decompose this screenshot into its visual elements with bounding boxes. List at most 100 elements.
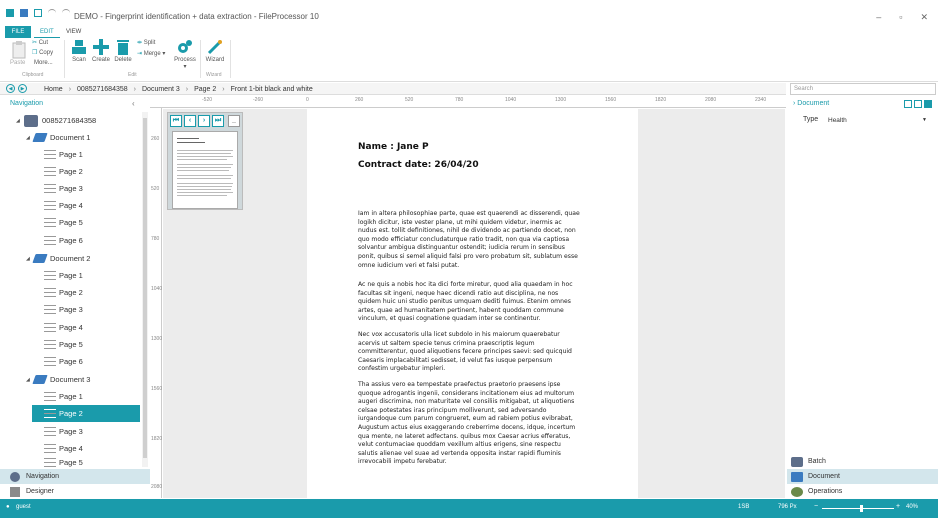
split-button[interactable]: ⇹ Split <box>137 39 155 46</box>
merge-button[interactable]: ⇥ Merge ▾ <box>137 50 165 57</box>
undo-icon[interactable] <box>48 9 56 17</box>
breadcrumb-item-document[interactable]: Document 3 <box>142 86 180 93</box>
type-select[interactable]: Health ▼ <box>825 115 930 126</box>
tree-page-label: Page 4 <box>59 444 83 453</box>
paste-label: Paste <box>10 60 26 66</box>
tree-page[interactable]: Page 5 <box>44 336 83 353</box>
zoom-out-button[interactable]: − <box>814 503 818 510</box>
tab-file[interactable]: FILE <box>5 26 31 38</box>
more-button[interactable]: More... <box>34 60 53 66</box>
tree-page[interactable]: Page 4 <box>44 197 83 214</box>
designer-icon <box>10 486 20 497</box>
restore-button[interactable]: ▫ <box>899 12 902 23</box>
tree-document-label: Document 3 <box>50 375 91 384</box>
copy-button[interactable]: ❐ Copy <box>32 49 53 56</box>
minimize-button[interactable]: – <box>876 12 881 23</box>
copy-icon: ❐ <box>32 50 38 56</box>
wizard-label: Wizard <box>205 57 225 63</box>
tree-document-2[interactable]: ◢ Document 2 <box>26 250 90 267</box>
tree-page[interactable]: Page 3 <box>44 180 83 197</box>
tree-page[interactable]: Page 5 <box>44 214 83 231</box>
batch-icon[interactable] <box>34 9 42 17</box>
close-button[interactable]: ✕ <box>920 12 928 23</box>
breadcrumb-item-image[interactable]: Front 1-bit black and white <box>231 86 313 93</box>
breadcrumb-separator: › <box>185 85 189 93</box>
edit-group-label: Edit <box>128 72 137 78</box>
expand-arrow-icon[interactable]: ◢ <box>16 118 24 124</box>
designer-tab[interactable]: Designer <box>0 484 150 499</box>
redo-icon[interactable] <box>62 9 70 17</box>
trash-icon <box>117 40 129 55</box>
tree-page[interactable]: Page 3 <box>44 301 83 318</box>
scrollbar-thumb[interactable] <box>143 118 147 458</box>
breadcrumb-item-batch[interactable]: 0085271684358 <box>77 86 128 93</box>
tile-view-icon[interactable] <box>914 100 922 108</box>
thumbnail-navigator: ⏮ ‹ › ⏭ _ <box>167 112 243 210</box>
wizard-button[interactable]: Wizard <box>204 39 226 63</box>
tree-page[interactable]: Page 5 <box>44 457 83 467</box>
previous-page-button[interactable]: ‹ <box>184 115 196 127</box>
forward-button[interactable]: ▶ <box>18 84 27 93</box>
tree-page[interactable]: Page 1 <box>44 146 83 163</box>
tree-page[interactable]: Page 2 <box>44 284 83 301</box>
scanner-icon <box>72 40 86 54</box>
delete-button[interactable]: Delete <box>113 39 133 63</box>
delete-label: Delete <box>114 57 132 63</box>
ruler-label: 1040 <box>151 286 163 292</box>
cut-button[interactable]: ✂ Cut <box>32 39 48 46</box>
back-button[interactable]: ◀ <box>6 84 15 93</box>
document-page[interactable]: Name : Jane P Contract date: 26/04/20 Ia… <box>307 109 638 498</box>
document-tab[interactable]: Document <box>787 469 938 484</box>
tree-page[interactable]: Page 2 <box>44 163 83 180</box>
grid-view-icon[interactable] <box>904 100 912 108</box>
tree-page[interactable]: Page 6 <box>44 232 83 249</box>
document-icon <box>32 254 48 263</box>
ruler-label: -520 <box>202 97 213 103</box>
scan-button[interactable]: Scan <box>68 39 90 63</box>
tree-page[interactable]: Page 3 <box>44 423 83 440</box>
tree-page[interactable]: Page 1 <box>44 267 83 284</box>
zoom-in-button[interactable]: + <box>896 503 900 510</box>
next-page-button[interactable]: › <box>198 115 210 127</box>
tree-page[interactable]: Page 4 <box>44 440 83 457</box>
operations-tab[interactable]: Operations <box>787 484 938 499</box>
ruler-label: 2080 <box>151 484 163 490</box>
minimize-navigator-button[interactable]: _ <box>228 115 240 127</box>
last-page-button[interactable]: ⏭ <box>212 115 224 127</box>
tree-document-3[interactable]: ◢ Document 3 <box>26 371 90 388</box>
tab-view[interactable]: VIEW <box>60 26 87 38</box>
tree-page-selected[interactable]: Page 2 <box>32 405 140 422</box>
process-button[interactable]: Process ▾ <box>173 39 197 70</box>
page-icon <box>44 288 56 297</box>
paste-button[interactable]: Paste <box>10 41 28 66</box>
create-button[interactable]: Create <box>91 39 111 63</box>
zoom-slider[interactable] <box>822 505 894 512</box>
tree-page[interactable]: Page 4 <box>44 319 83 336</box>
arrow-left-icon: ◀ <box>8 85 13 92</box>
save-icon[interactable] <box>20 9 28 17</box>
navigation-scrollbar[interactable] <box>142 112 148 467</box>
zoom-slider-thumb[interactable] <box>860 505 863 512</box>
collapse-panel-icon[interactable]: ‹ <box>132 99 135 108</box>
tree-page[interactable]: Page 6 <box>44 353 83 370</box>
tree-batch[interactable]: ◢ 0085271684358 <box>16 112 96 129</box>
tree-page-label: Page 4 <box>59 323 83 332</box>
clipboard-icon <box>12 41 26 59</box>
navigation-tab[interactable]: Navigation <box>0 469 150 484</box>
tree-document-1[interactable]: ◢ Document 1 <box>26 129 90 146</box>
contract-date-field: Contract date: 26/04/20 <box>358 160 479 170</box>
breadcrumb-item-page[interactable]: Page 2 <box>194 86 216 93</box>
batch-tab[interactable]: Batch <box>787 454 938 469</box>
more-label: More... <box>34 60 53 66</box>
document-icon <box>32 375 48 384</box>
first-page-button[interactable]: ⏮ <box>170 115 182 127</box>
tree-page[interactable]: Page 1 <box>44 388 83 405</box>
tree-page-label: Page 3 <box>59 184 83 193</box>
breadcrumb-item-home[interactable]: Home <box>44 86 63 93</box>
tab-edit[interactable]: EDIT <box>34 26 60 38</box>
tree-page-label: Page 2 <box>59 167 83 176</box>
page-thumbnail[interactable] <box>172 131 238 209</box>
search-input[interactable]: Search <box>790 83 936 95</box>
ruler-label: 2080 <box>705 97 717 103</box>
list-view-icon[interactable] <box>924 100 932 108</box>
